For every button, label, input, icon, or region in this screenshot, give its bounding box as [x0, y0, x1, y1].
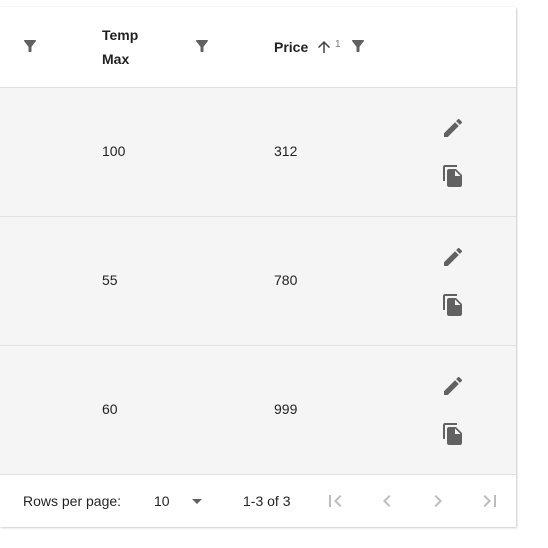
copy-icon — [443, 294, 462, 316]
edit-icon — [444, 247, 463, 266]
edit-button[interactable] — [439, 372, 467, 400]
last-page-icon[interactable] — [478, 489, 502, 513]
column-header-price[interactable]: Price — [274, 35, 308, 59]
sort-order-badge: 1 — [335, 39, 341, 50]
cell-price: 999 — [274, 401, 298, 417]
copy-icon — [443, 165, 462, 187]
copy-button[interactable] — [439, 420, 467, 448]
table-header: Temp Max Price 1 — [0, 7, 516, 88]
arrow-drop-down-icon[interactable] — [185, 489, 209, 513]
edit-icon — [444, 376, 463, 395]
edit-button[interactable] — [439, 114, 467, 142]
table-row: 100 312 — [0, 88, 516, 217]
filter-icon[interactable] — [349, 37, 367, 55]
rows-per-page-label: Rows per page: — [23, 493, 122, 509]
table-pagination: Rows per page: 10 1-3 of 3 — [0, 475, 516, 527]
edit-button[interactable] — [439, 243, 467, 271]
cell-price: 312 — [274, 143, 298, 159]
pagination-range: 1-3 of 3 — [243, 493, 291, 509]
cell-temp-max: 60 — [102, 401, 118, 417]
table-row: 55 780 — [0, 217, 516, 346]
arrow-up-icon[interactable] — [315, 38, 333, 56]
cell-temp-max: 55 — [102, 272, 118, 288]
copy-button[interactable] — [439, 162, 467, 190]
cell-temp-max: 100 — [102, 143, 126, 159]
copy-button[interactable] — [439, 291, 467, 319]
table-row: 60 999 — [0, 346, 516, 475]
chevron-left-icon[interactable] — [375, 489, 399, 513]
filter-icon[interactable] — [21, 37, 39, 55]
column-header-temp-max-line2[interactable]: Max — [102, 47, 129, 71]
edit-icon — [444, 118, 463, 137]
filter-icon[interactable] — [193, 37, 211, 55]
first-page-icon[interactable] — [323, 489, 347, 513]
chevron-right-icon[interactable] — [426, 489, 450, 513]
data-table: Temp Max Price 1 100 312 55 780 60 999 R… — [0, 7, 516, 527]
rows-per-page-select[interactable]: 10 — [154, 491, 170, 511]
column-header-temp-max-line1[interactable]: Temp — [102, 23, 138, 47]
cell-price: 780 — [274, 272, 298, 288]
copy-icon — [443, 423, 462, 445]
